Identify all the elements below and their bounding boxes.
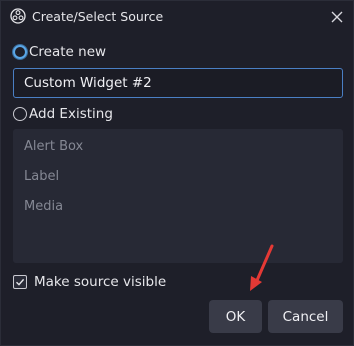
make-source-visible-option[interactable]: Make source visible bbox=[13, 272, 166, 292]
source-name-input[interactable] bbox=[13, 68, 343, 98]
list-item[interactable]: Alert Box bbox=[13, 137, 343, 167]
close-button[interactable] bbox=[323, 3, 351, 31]
add-existing-option[interactable]: Add Existing bbox=[13, 104, 113, 124]
create-new-radio[interactable] bbox=[13, 45, 27, 59]
make-source-visible-checkbox[interactable] bbox=[13, 275, 27, 289]
create-new-label: Create new bbox=[29, 44, 107, 60]
ok-button[interactable]: OK bbox=[209, 300, 262, 333]
cancel-button[interactable]: Cancel bbox=[268, 300, 343, 333]
checkmark-icon bbox=[16, 278, 25, 286]
title-bar: Create/Select Source bbox=[1, 1, 353, 33]
add-existing-radio[interactable] bbox=[13, 107, 27, 121]
dialog-title: Create/Select Source bbox=[32, 9, 164, 24]
close-icon bbox=[331, 11, 343, 23]
list-item[interactable]: Media bbox=[13, 197, 343, 227]
add-existing-label: Add Existing bbox=[29, 106, 113, 122]
create-select-source-dialog: Create/Select Source Create new Add Exis… bbox=[0, 0, 354, 346]
create-new-option[interactable]: Create new bbox=[13, 42, 106, 62]
obs-logo-icon bbox=[10, 8, 26, 24]
existing-sources-list[interactable]: Alert Box Label Media bbox=[13, 129, 343, 263]
red-arrow-annotation bbox=[250, 244, 274, 291]
make-source-visible-label: Make source visible bbox=[34, 274, 167, 290]
list-item[interactable]: Label bbox=[13, 167, 343, 197]
